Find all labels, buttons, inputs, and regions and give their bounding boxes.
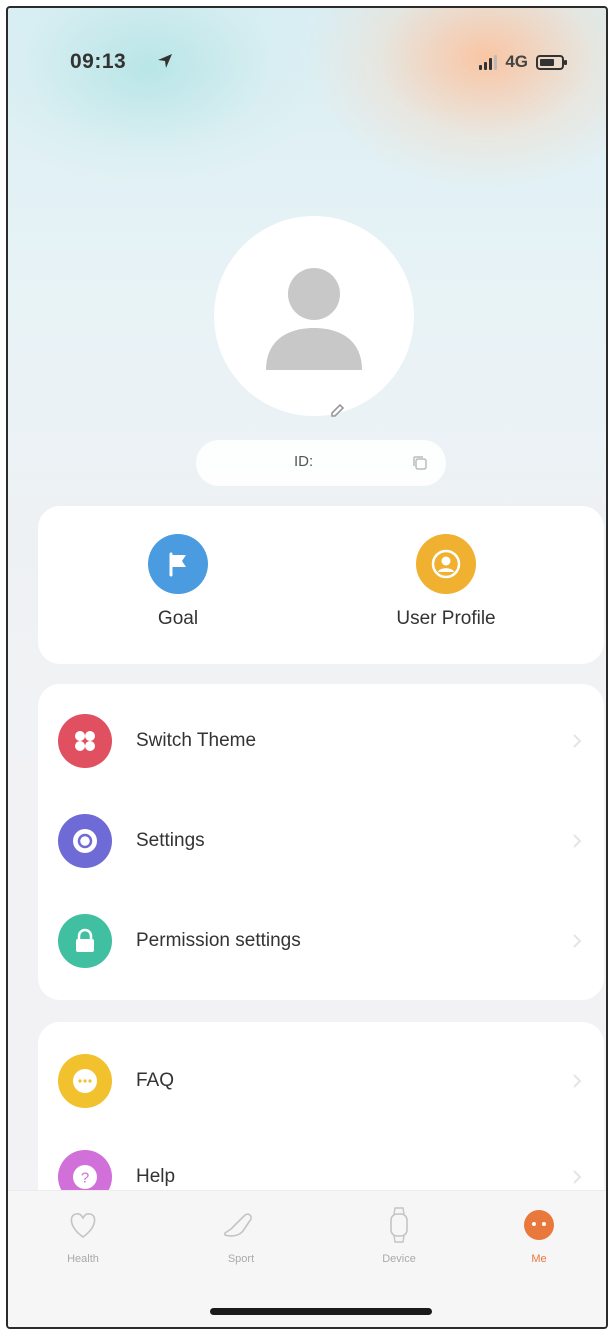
settings-label: Settings bbox=[136, 830, 205, 851]
status-indicators: 4G bbox=[479, 52, 567, 72]
settings-icon bbox=[58, 814, 112, 868]
copy-icon[interactable] bbox=[410, 453, 430, 473]
status-bar: 09:13 4G bbox=[8, 46, 606, 86]
theme-icon bbox=[58, 714, 112, 768]
faq-item[interactable]: FAQ bbox=[38, 1036, 604, 1126]
chevron-right-icon bbox=[573, 934, 582, 948]
flag-icon bbox=[148, 534, 208, 594]
user-profile-button[interactable]: User Profile bbox=[366, 534, 526, 630]
watch-icon bbox=[379, 1205, 419, 1245]
tab-device-label: Device bbox=[382, 1253, 416, 1265]
tab-sport[interactable]: Sport bbox=[196, 1205, 286, 1265]
edit-name-icon[interactable] bbox=[328, 401, 348, 421]
switch-theme-item[interactable]: Switch Theme bbox=[38, 696, 604, 786]
chat-icon bbox=[58, 1054, 112, 1108]
faq-label: FAQ bbox=[136, 1070, 175, 1091]
user-icon bbox=[416, 534, 476, 594]
goal-button[interactable]: Goal bbox=[98, 534, 258, 630]
home-indicator bbox=[210, 1308, 432, 1315]
user-profile-label: User Profile bbox=[396, 608, 496, 629]
switch-theme-label: Switch Theme bbox=[136, 730, 257, 751]
tab-me-label: Me bbox=[531, 1253, 547, 1265]
tab-health-label: Health bbox=[67, 1253, 99, 1265]
chevron-right-icon bbox=[573, 734, 582, 748]
user-id-pill: ID: bbox=[196, 440, 446, 486]
battery-icon bbox=[536, 54, 567, 70]
user-id-label: ID: bbox=[294, 453, 314, 470]
lock-icon bbox=[58, 914, 112, 968]
tab-device[interactable]: Device bbox=[354, 1205, 444, 1265]
chevron-right-icon bbox=[573, 834, 582, 848]
svg-text:?: ? bbox=[81, 1170, 89, 1187]
heart-icon bbox=[63, 1205, 103, 1245]
permission-settings-item[interactable]: Permission settings bbox=[38, 896, 604, 986]
me-icon bbox=[519, 1205, 559, 1245]
signal-icon bbox=[479, 54, 498, 70]
goal-label: Goal bbox=[157, 608, 199, 629]
location-arrow-icon bbox=[158, 54, 172, 68]
network-type: 4G bbox=[505, 52, 528, 71]
help-label: Help bbox=[136, 1166, 176, 1187]
tab-sport-label: Sport bbox=[227, 1253, 255, 1265]
chevron-right-icon bbox=[573, 1074, 582, 1088]
settings-menu-card: Switch Theme Settings Permission setting… bbox=[38, 684, 604, 1000]
tab-me[interactable]: Me bbox=[494, 1205, 584, 1265]
tab-health[interactable]: Health bbox=[38, 1205, 128, 1265]
shoe-icon bbox=[221, 1205, 261, 1245]
person-placeholder-icon bbox=[266, 268, 362, 370]
chevron-right-icon bbox=[573, 1170, 582, 1184]
phone-screen: 09:13 4G ID: Goal User Profile Switch Th… bbox=[6, 6, 608, 1329]
quick-actions-card: Goal User Profile bbox=[38, 506, 604, 664]
settings-item[interactable]: Settings bbox=[38, 796, 604, 886]
status-time: 09:13 bbox=[70, 50, 127, 73]
permission-settings-label: Permission settings bbox=[136, 930, 301, 951]
avatar[interactable] bbox=[214, 216, 414, 416]
